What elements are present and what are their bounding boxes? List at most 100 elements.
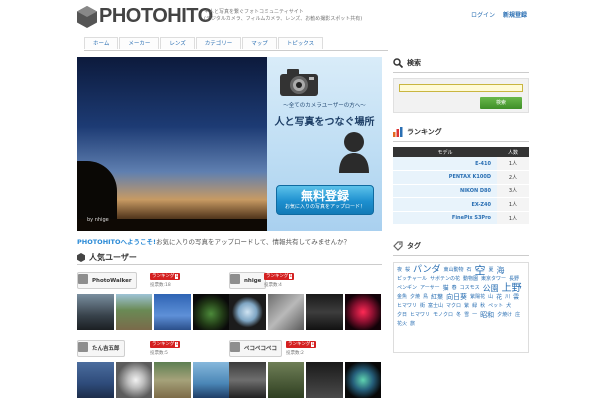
nav-tab-home[interactable]: ホーム [84,37,119,49]
photo-thumbnail[interactable] [344,294,381,330]
search-panel: 検索 検索 [393,57,529,113]
tag-link[interactable]: 街 [420,302,425,311]
table-row: PENTAX K100D 2人 [393,170,529,185]
photo-thumbnail[interactable] [154,294,191,330]
photo-thumbnail[interactable] [306,294,343,330]
tag-link[interactable]: ペット [488,302,503,311]
tags-divider [393,255,529,256]
photo-thumbnail[interactable] [267,294,304,330]
model-link[interactable]: FinePix S3Pro [393,211,497,226]
tag-link[interactable]: 海 [497,266,505,275]
photo-thumbnail[interactable] [229,362,266,398]
tag-link[interactable]: 一 [472,311,477,320]
tag-link[interactable]: コスモス [460,284,480,293]
tag-link[interactable]: 春 [452,284,457,293]
tag-link[interactable]: 雪 [464,311,469,320]
user-card[interactable]: PhotoWalker ランキング1 投票数:18 [77,272,227,293]
nav-tab-maker[interactable]: メーカー [119,37,160,49]
tag-link[interactable]: 犬 [506,302,511,311]
photo-thumbnail[interactable] [229,294,266,330]
hero-photo-credit[interactable]: by nhige [87,217,109,223]
tag-link[interactable]: 緑 [472,302,477,311]
ranking-col-count: 人数 [497,147,529,157]
free-register-button[interactable]: 無料登録 お気に入りの写真をアップロード！ [276,185,374,215]
tag-link[interactable]: 公園 [483,284,499,293]
tag-link[interactable]: サボテンの花 [430,275,460,284]
tag-link[interactable]: 花火 [397,320,407,329]
tag-link[interactable]: マクロ [446,302,461,311]
tag-link[interactable]: 花 [496,293,502,302]
vote-count: 投票数:5 [150,351,168,356]
nav-tab-map[interactable]: マップ [242,37,277,49]
tag-link[interactable]: パンダ [413,266,440,275]
login-link[interactable]: ログイン [471,12,495,19]
tag-link[interactable]: 空 [475,265,486,276]
tag-link[interactable]: 川 [505,293,510,302]
tag-link[interactable]: 猫 [443,284,449,293]
tag-link[interactable]: 夕日 [397,311,407,320]
search-title: 検索 [407,59,421,67]
tag-icon [393,241,403,251]
tag-link[interactable]: モノクロ [433,311,453,320]
register-link[interactable]: 新規登録 [503,12,527,19]
tag-link[interactable]: 動物園 [463,275,478,284]
tag-link[interactable]: アーサー [420,284,440,293]
tag-link[interactable]: 夕焼 [410,293,420,302]
tag-link[interactable]: 鳥 [423,293,428,302]
tag-link[interactable]: 向日葵 [446,293,467,302]
model-link[interactable]: EX-Z40 [393,197,497,212]
tag-link[interactable]: ヒマワリ [410,311,430,320]
site-logo[interactable]: PHOTOHITO [99,5,213,28]
hero-photo[interactable]: by nhige [77,57,267,231]
photo-thumbnail[interactable] [192,294,229,330]
tag-link[interactable]: 庄 [515,311,520,320]
photo-thumbnail[interactable] [77,362,114,398]
user-card[interactable]: nhige ランキング1 投票数:4 [229,272,379,293]
photo-thumbnail[interactable] [115,294,152,330]
photo-thumbnail[interactable] [115,362,152,398]
tag-link[interactable]: 桜 [405,266,410,275]
user-avatar [230,274,240,284]
tag-link[interactable]: ヒマワリ [397,302,417,311]
photo-thumbnail[interactable] [154,362,191,398]
photo-thumbnail[interactable] [192,362,229,398]
tag-link[interactable]: 紅葉 [431,293,443,302]
tag-link[interactable]: 富士山 [428,302,443,311]
tag-link[interactable]: 東山動物 [443,266,463,275]
tag-link[interactable]: 昭和 [480,311,494,320]
tag-link[interactable]: ピッチャール [397,275,427,284]
tag-link[interactable]: 上野 [502,284,522,294]
user-avatar [78,274,88,284]
search-input[interactable] [399,84,523,92]
photo-thumbnail[interactable] [306,362,343,398]
tag-link[interactable]: 夜 [397,266,402,275]
tag-link[interactable]: 紫陽花 [470,293,485,302]
tag-link[interactable]: 金魚 [397,293,407,302]
camera-icon [280,69,318,96]
model-link[interactable]: PENTAX K100D [393,170,497,185]
nav-tab-category[interactable]: カテゴリー [195,37,242,49]
tag-link[interactable]: 石 [467,266,472,275]
tag-link[interactable]: 紫 [464,302,469,311]
tag-link[interactable]: 冬 [456,311,461,320]
tag-link[interactable]: 山 [488,293,493,302]
user-card[interactable]: たん吉五郎 ランキング1 投票数:5 [77,340,227,361]
photo-thumbnail[interactable] [77,294,114,330]
tag-link[interactable]: 夕焼け [497,311,512,320]
photo-thumbnail[interactable] [344,362,381,398]
model-link[interactable]: E-410 [393,157,497,172]
search-button[interactable]: 検索 [480,97,522,109]
vote-count: 投票数:18 [150,283,171,288]
user-photo-strip [229,294,381,330]
nav-tab-lens[interactable]: レンズ [160,37,195,49]
tag-link[interactable]: 旅 [410,320,415,329]
tag-link[interactable]: ペンギン [397,284,417,293]
tag-cloud: 夜桜パンダ 東山動物石空夏海ピッチャール サボテンの花 動物園 東京タワー 長野 ペンギンア… [393,262,529,353]
tag-link[interactable]: 雲 [513,293,519,302]
model-link[interactable]: NIKON D80 [393,184,497,199]
tag-link[interactable]: 夏 [489,266,494,275]
user-card[interactable]: ペコペコペコ ランキング1 投票数:2 [229,340,379,361]
nav-tab-topics[interactable]: トピックス [277,37,324,49]
tag-link[interactable]: 秋 [480,302,485,311]
photo-thumbnail[interactable] [267,362,304,398]
